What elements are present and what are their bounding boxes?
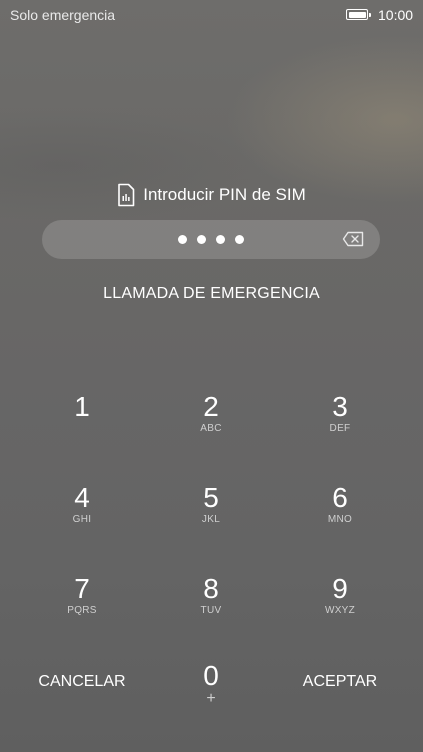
key-6[interactable]: 6 MNO	[280, 483, 400, 553]
key-digit: 0	[203, 660, 219, 691]
key-letters: MNO	[327, 514, 353, 525]
key-digit: 9	[332, 573, 348, 604]
key-letters: JKL	[201, 514, 221, 525]
emergency-call-button[interactable]: LLAMADA DE EMERGENCIA	[0, 285, 423, 303]
key-letters: PQRS	[67, 605, 97, 616]
key-4[interactable]: 4 GHI	[22, 483, 142, 553]
key-letters: WXYZ	[324, 605, 356, 616]
pin-dot	[178, 235, 187, 244]
key-letters: DEF	[329, 423, 351, 434]
key-letters: GHI	[72, 514, 92, 525]
key-3[interactable]: 3 DEF	[280, 392, 400, 462]
pin-input-field[interactable]	[42, 220, 380, 259]
key-2[interactable]: 2 ABC	[151, 392, 271, 462]
pin-masked-value	[42, 220, 380, 259]
backspace-icon[interactable]	[342, 231, 364, 247]
key-digit: 4	[74, 482, 90, 513]
carrier-status: Solo emergencia	[10, 7, 116, 23]
battery-full-icon	[346, 9, 371, 20]
key-digit: 1	[74, 391, 90, 422]
key-0[interactable]: 0 +	[151, 661, 271, 731]
key-digit: 2	[203, 391, 219, 422]
key-9[interactable]: 9 WXYZ	[280, 574, 400, 644]
key-letters: ABC	[200, 423, 222, 434]
key-digit: 3	[332, 391, 348, 422]
sim-card-icon	[118, 183, 135, 207]
key-letters: +	[206, 690, 216, 707]
pin-dot	[197, 235, 206, 244]
prompt-title: Introducir PIN de SIM	[143, 185, 306, 204]
key-digit: 7	[74, 573, 90, 604]
key-7[interactable]: 7 PQRS	[22, 574, 142, 644]
cancel-button[interactable]: CANCELAR	[22, 673, 142, 691]
key-letters: TUV	[200, 605, 222, 616]
status-bar: Solo emergencia 10:00	[0, 0, 423, 30]
clock: 10:00	[378, 7, 414, 23]
pin-prompt: Introducir PIN de SIM	[0, 183, 423, 212]
key-digit: 8	[203, 573, 219, 604]
key-digit: 5	[203, 482, 219, 513]
key-digit: 6	[332, 482, 348, 513]
key-8[interactable]: 8 TUV	[151, 574, 271, 644]
key-1[interactable]: 1	[22, 392, 142, 462]
pin-dot	[235, 235, 244, 244]
key-5[interactable]: 5 JKL	[151, 483, 271, 553]
pin-dot	[216, 235, 225, 244]
accept-button[interactable]: ACEPTAR	[280, 673, 400, 691]
